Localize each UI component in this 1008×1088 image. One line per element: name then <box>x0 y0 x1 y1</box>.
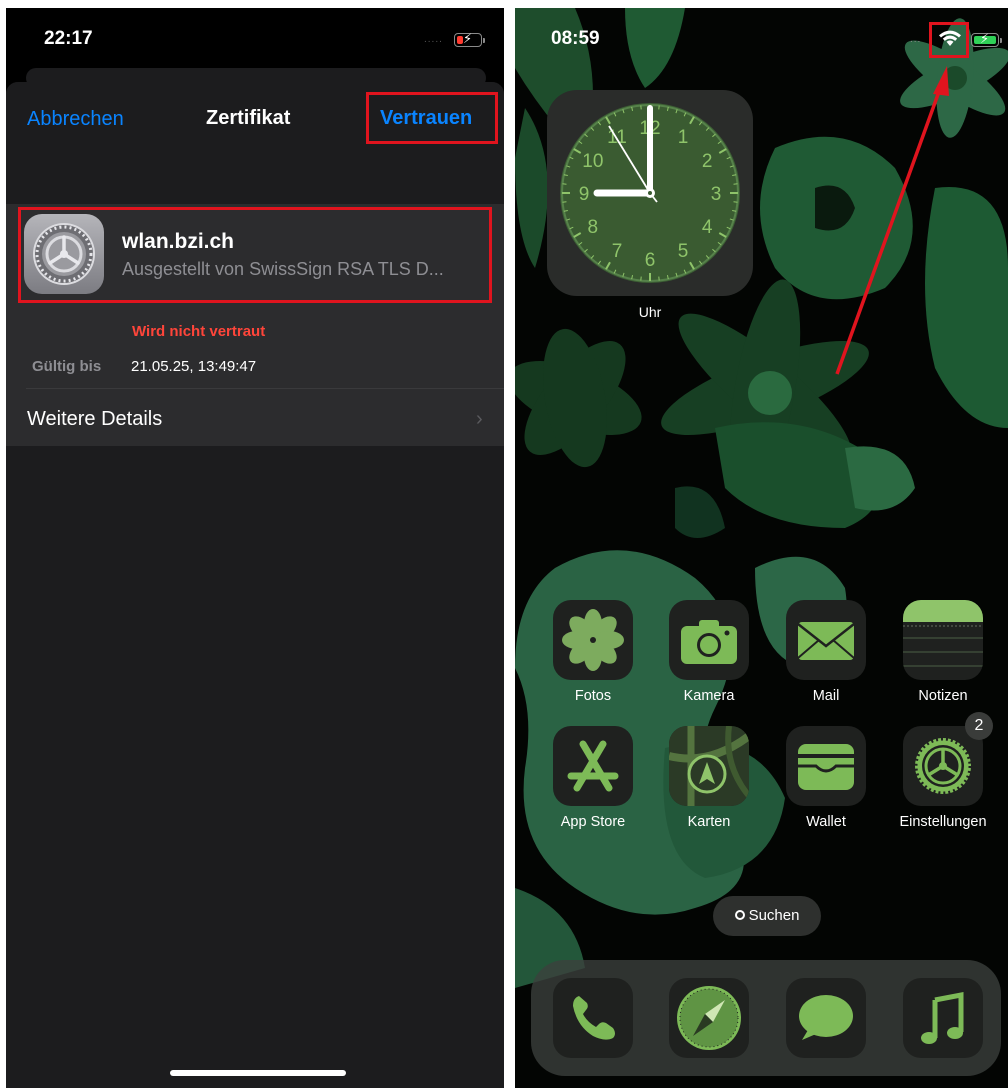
clock-numeral: 4 <box>702 217 713 238</box>
divider <box>26 388 504 389</box>
clock-numeral: 10 <box>582 151 603 172</box>
highlight-trust <box>366 92 498 144</box>
music-icon[interactable] <box>903 978 983 1058</box>
clock-numeral: 11 <box>607 127 627 148</box>
camera-icon[interactable] <box>669 600 749 680</box>
clock-numeral: 3 <box>711 184 722 205</box>
signal-dots: ..... <box>424 34 443 45</box>
valid-until-label: Gültig bis <box>32 358 102 375</box>
clock-numeral: 1 <box>678 127 689 148</box>
clock-numeral: 6 <box>645 250 656 271</box>
nav-title: Zertifikat <box>206 107 291 129</box>
notes-icon[interactable] <box>903 600 983 680</box>
home-indicator[interactable] <box>170 1070 346 1076</box>
search-icon <box>734 910 745 920</box>
left-phone-screen: 22:17 ..... ⚡ Abbrechen Zertifikat Vertr… <box>6 8 504 1088</box>
battery-icon: ⚡ <box>454 31 485 47</box>
highlight-certificate <box>18 207 492 303</box>
photos-icon[interactable] <box>553 600 633 680</box>
app-label-photos: Fotos <box>574 688 612 704</box>
maps-icon[interactable] <box>669 726 749 806</box>
app-label-maps: Karten <box>687 814 731 830</box>
clock-widget[interactable]: 121234567891011 <box>547 90 753 296</box>
cancel-button[interactable]: Abbrechen <box>27 108 124 131</box>
trust-status: Wird nicht vertraut <box>132 323 266 340</box>
app-label-wallet: Wallet <box>806 814 846 830</box>
safari-icon[interactable] <box>669 978 749 1058</box>
app-label-camera: Kamera <box>683 688 735 704</box>
app-label-mail: Mail <box>812 688 840 704</box>
notification-badge: 2 <box>965 712 993 740</box>
app-label-app-store: App Store <box>560 814 626 830</box>
search-button[interactable]: Suchen <box>713 896 821 936</box>
app-label-settings: Einstellungen <box>899 814 987 830</box>
phone-icon[interactable] <box>553 978 633 1058</box>
mail-icon[interactable] <box>786 600 866 680</box>
app-label-notes: Notizen <box>918 688 968 704</box>
messages-icon[interactable] <box>786 978 866 1058</box>
clock-face: 121234567891011 <box>560 103 740 283</box>
app-store-icon[interactable] <box>553 726 633 806</box>
clock-widget-label: Uhr <box>638 304 662 320</box>
status-time: 22:17 <box>44 28 93 49</box>
clock-numeral: 7 <box>612 241 623 262</box>
more-details-link[interactable]: Weitere Details <box>27 408 162 431</box>
clock-numeral: 8 <box>588 217 599 238</box>
clock-numeral: 9 <box>579 184 590 205</box>
wallet-icon[interactable] <box>786 726 866 806</box>
clock-numeral: 2 <box>702 151 713 172</box>
clock-numeral: 5 <box>678 241 689 262</box>
valid-until-value: 21.05.25, 13:49:47 <box>131 358 257 375</box>
right-phone-screen: 08:59 ... ⚡ 121234567891011 Uhr <box>515 8 1008 1088</box>
search-label: Suchen <box>748 907 800 924</box>
chevron-right-icon: › <box>476 408 483 430</box>
